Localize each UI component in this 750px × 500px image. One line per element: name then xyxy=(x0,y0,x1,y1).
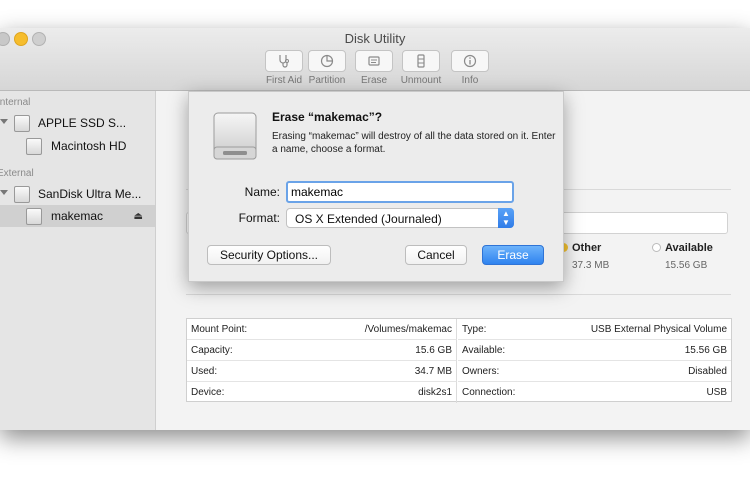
info-key: Mount Point: xyxy=(191,323,248,335)
sidebar-item-label: Macintosh HD xyxy=(51,139,127,153)
sidebar-item-sandisk[interactable]: SanDisk Ultra Me... xyxy=(0,183,155,205)
info-key: Available: xyxy=(462,344,506,356)
legend-available-value: 15.56 GB xyxy=(665,260,708,271)
sidebar-item-label: SanDisk Ultra Me... xyxy=(38,187,142,201)
format-value: OS X Extended (Journaled) xyxy=(295,212,442,226)
info-value: Disabled xyxy=(688,365,727,377)
sidebar-item-label: makemac xyxy=(51,209,104,223)
info-table: Mount Point: /Volumes/makemac Type: USB … xyxy=(186,318,732,403)
sidebar-section-internal: Internal xyxy=(0,97,31,108)
info-value: 15.56 GB xyxy=(684,344,727,356)
unmount-label: Unmount xyxy=(400,75,442,86)
table-row: Device: disk2s1 xyxy=(187,382,457,403)
info-value: disk2s1 xyxy=(418,387,452,398)
stethoscope-icon xyxy=(279,55,289,68)
info-value: 34.7 MB xyxy=(414,365,452,377)
sidebar-section-external: External xyxy=(0,168,34,179)
info-value: /Volumes/makemac xyxy=(364,323,452,335)
info-key: Owners: xyxy=(462,365,500,377)
pie-chart-icon xyxy=(320,54,334,68)
legend-available-name: Available xyxy=(665,242,713,254)
info-icon xyxy=(463,54,477,68)
format-select[interactable]: OS X Extended (Journaled) ▲ ▼ xyxy=(286,208,514,228)
table-row: Available: 15.56 GB xyxy=(458,340,731,361)
dialog-message: Erasing “makemac” will destroy of all th… xyxy=(272,131,556,155)
security-options-button[interactable]: Security Options... xyxy=(207,245,331,265)
sidebar-item-macintosh-hd[interactable]: Macintosh HD xyxy=(0,135,155,157)
info-label: Info xyxy=(461,75,479,86)
info-button[interactable]: Info xyxy=(445,50,495,86)
window-title: Disk Utility xyxy=(344,31,406,46)
table-row: Used: 34.7 MB xyxy=(187,361,457,382)
volume-icon xyxy=(26,207,42,225)
legend-available: Available 15.56 GB xyxy=(652,242,713,271)
unmount-icon xyxy=(417,54,425,68)
dialog-title: Erase “makemac”? xyxy=(272,110,383,124)
sidebar: Internal APPLE SSD S... Macintosh HD Ext… xyxy=(0,91,156,430)
erase-icon xyxy=(368,56,380,66)
info-value: USB xyxy=(706,387,727,398)
info-key: Used: xyxy=(191,365,218,377)
format-label: Format: xyxy=(238,211,280,225)
erase-confirm-button[interactable]: Erase xyxy=(482,245,544,265)
internal-disk-icon xyxy=(14,114,30,132)
partition-button[interactable]: Partition xyxy=(302,50,352,86)
external-drive-icon xyxy=(213,112,257,160)
chevron-up-down-icon[interactable]: ▲ ▼ xyxy=(498,208,514,228)
name-field[interactable] xyxy=(286,181,514,203)
info-key: Capacity: xyxy=(191,344,233,356)
eject-icon[interactable]: ⏏ xyxy=(134,211,143,222)
table-row: Type: USB External Physical Volume xyxy=(458,319,731,340)
erase-dialog: Erase “makemac”? Erasing “makemac” will … xyxy=(188,91,564,282)
disclosure-triangle-icon[interactable] xyxy=(0,119,8,124)
info-value: USB External Physical Volume xyxy=(590,323,727,335)
info-value: 15.6 GB xyxy=(415,344,452,356)
table-row: Connection: USB xyxy=(458,382,731,403)
legend-other: Other 37.3 MB xyxy=(559,242,609,271)
legend-other-value: 37.3 MB xyxy=(572,260,610,271)
name-label: Name: xyxy=(244,185,280,199)
sidebar-item-label: APPLE SSD S... xyxy=(38,116,127,130)
info-key: Device: xyxy=(191,387,225,398)
table-row: Capacity: 15.6 GB xyxy=(187,340,457,361)
info-key: Type: xyxy=(462,323,487,335)
volume-icon xyxy=(26,137,42,155)
disclosure-triangle-icon[interactable] xyxy=(0,190,8,195)
info-key: Connection: xyxy=(462,387,516,398)
title-bar: Disk Utility First Aid Partition Erase U… xyxy=(0,28,750,91)
external-disk-icon xyxy=(14,185,30,203)
cancel-button[interactable]: Cancel xyxy=(405,245,467,265)
sidebar-item-makemac[interactable]: makemac ⏏ xyxy=(0,205,155,227)
available-swatch-icon xyxy=(652,243,661,252)
divider xyxy=(186,294,731,295)
legend-other-name: Other xyxy=(572,242,602,254)
table-row: Mount Point: /Volumes/makemac xyxy=(187,319,457,340)
table-row: Owners: Disabled xyxy=(458,361,731,382)
partition-label: Partition xyxy=(308,75,346,86)
unmount-button[interactable]: Unmount xyxy=(396,50,446,86)
sidebar-item-apple-ssd[interactable]: APPLE SSD S... xyxy=(0,112,155,134)
erase-label: Erase xyxy=(360,75,388,86)
erase-button[interactable]: Erase xyxy=(349,50,399,86)
